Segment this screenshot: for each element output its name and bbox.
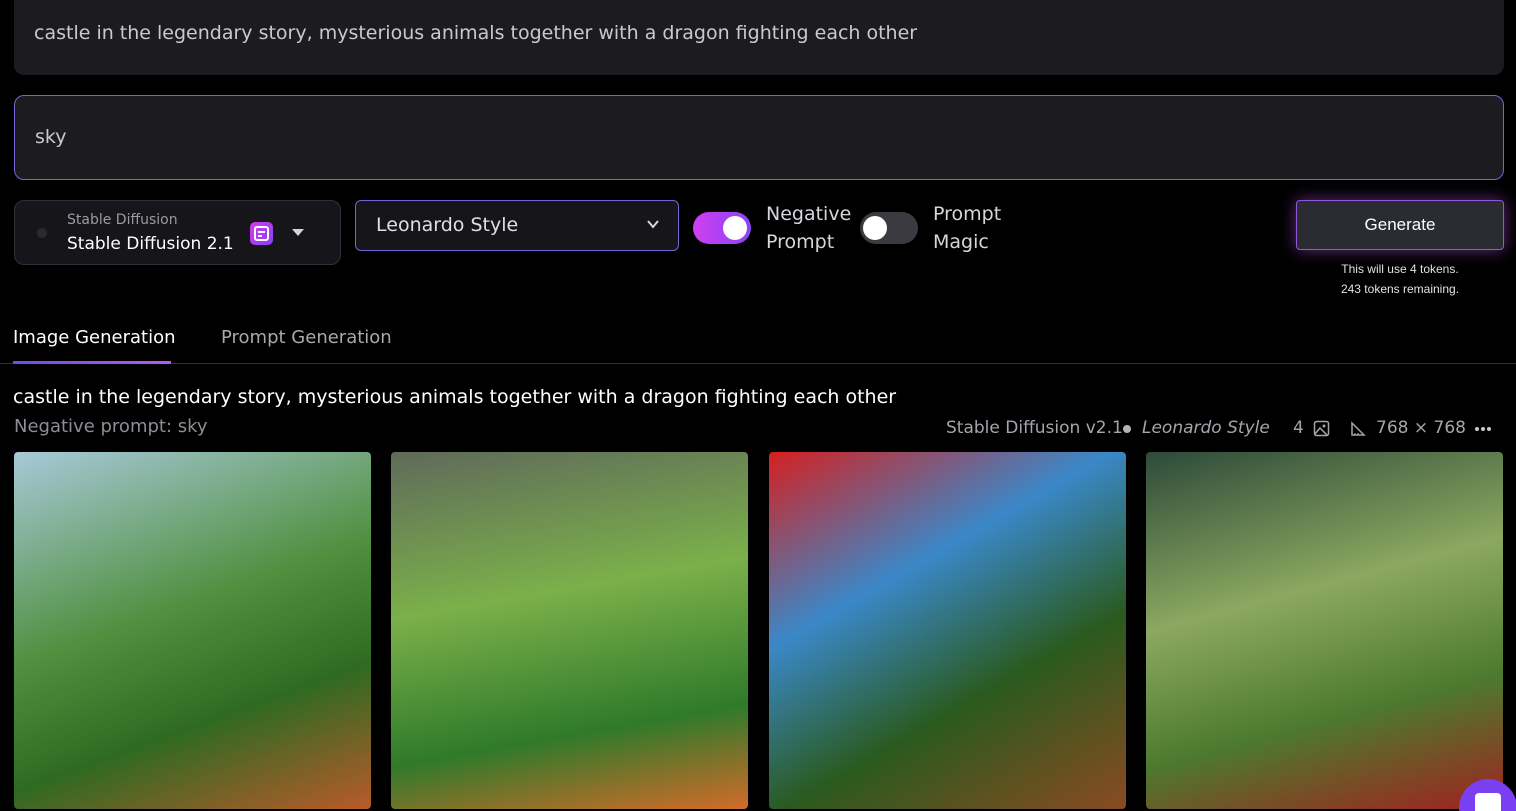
toggle-label-text: Prompt Magic bbox=[933, 203, 1002, 253]
prompt-text: castle in the legendary story, mysteriou… bbox=[34, 22, 918, 44]
toggle-knob bbox=[723, 216, 747, 240]
chat-icon bbox=[1475, 793, 1501, 811]
generated-image-3[interactable] bbox=[769, 452, 1126, 809]
toggle-knob bbox=[863, 216, 887, 240]
style-selected: Leonardo Style bbox=[376, 214, 519, 236]
tab-active-indicator bbox=[13, 361, 171, 364]
generation-size: 768 × 768 bbox=[1376, 418, 1466, 438]
tab-bar: Image Generation Prompt Generation bbox=[0, 320, 1516, 364]
generation-negative-prompt: Negative prompt: sky bbox=[14, 416, 208, 437]
tab-prompt-generation[interactable]: Prompt Generation bbox=[221, 327, 392, 348]
style-select[interactable]: Leonardo Style bbox=[355, 200, 679, 251]
chevron-down-icon bbox=[647, 220, 659, 229]
generated-image-2[interactable] bbox=[391, 452, 748, 809]
negative-prompt-toggle-label: Negative Prompt bbox=[766, 200, 856, 256]
tab-image-generation[interactable]: Image Generation bbox=[13, 327, 176, 348]
prompt-magic-toggle[interactable] bbox=[860, 212, 918, 244]
more-options-icon[interactable] bbox=[1474, 426, 1492, 432]
negative-prompt-text: sky bbox=[35, 126, 67, 148]
generation-style: Leonardo Style bbox=[1142, 418, 1270, 438]
image-icon bbox=[1313, 420, 1330, 437]
dimensions-icon bbox=[1351, 421, 1366, 436]
model-badge-icon bbox=[250, 222, 273, 245]
caret-down-icon[interactable] bbox=[292, 229, 304, 236]
generated-image-4[interactable] bbox=[1146, 452, 1503, 809]
generated-image-1[interactable] bbox=[14, 452, 371, 809]
negative-prompt-input[interactable]: sky bbox=[14, 95, 1504, 180]
generation-title: castle in the legendary story, mysteriou… bbox=[13, 386, 897, 408]
negative-prompt-toggle[interactable] bbox=[693, 212, 751, 244]
separator-dot bbox=[1123, 425, 1131, 433]
toggle-label-text: Negative Prompt bbox=[766, 203, 852, 253]
model-select[interactable]: Stable Diffusion Stable Diffusion 2.1 bbox=[14, 200, 341, 265]
token-usage: This will use 4 tokens. bbox=[1341, 262, 1459, 276]
prompt-input[interactable]: castle in the legendary story, mysteriou… bbox=[14, 0, 1504, 75]
prompt-magic-toggle-label: Prompt Magic bbox=[933, 200, 1013, 256]
token-info: This will use 4 tokens. 243 tokens remai… bbox=[1296, 259, 1504, 299]
model-family: Stable Diffusion bbox=[67, 212, 178, 228]
generate-button[interactable]: Generate bbox=[1296, 200, 1504, 250]
generation-model: Stable Diffusion v2.1 bbox=[946, 418, 1123, 438]
generation-count: 4 bbox=[1293, 418, 1304, 438]
model-icon bbox=[37, 228, 47, 238]
model-name: Stable Diffusion 2.1 bbox=[67, 234, 234, 254]
token-remaining: 243 tokens remaining. bbox=[1340, 282, 1460, 296]
